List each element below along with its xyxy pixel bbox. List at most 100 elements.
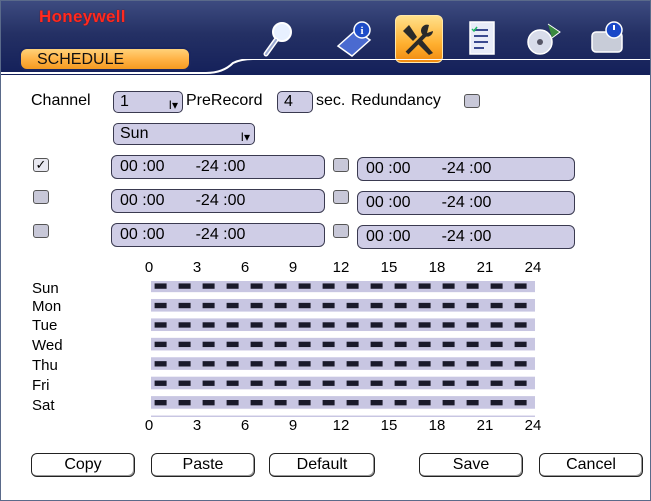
schedule-cell [226,322,239,328]
schedule-cell [154,400,167,406]
schedule-cell [442,380,455,386]
info-icon[interactable]: i [331,15,377,61]
hour-tick-bottom: 21 [476,417,494,434]
schedule-cell [370,361,383,367]
schedule-cell [394,302,407,309]
period-2-time[interactable]: 00 :00 -24 :00 [111,189,325,213]
grid-stripe [151,292,535,299]
schedule-cell [322,322,335,328]
schedule-cell [202,380,215,386]
day-label: Sun [32,280,59,297]
schedule-cell [466,361,479,367]
checklist-icon[interactable] [459,15,505,61]
backup-icon[interactable] [521,15,567,61]
schedule-cell [154,341,167,348]
day-select[interactable]: Sun I▾ [113,123,255,145]
schedule-cell [346,322,359,328]
period-3-checkbox[interactable] [33,224,49,238]
schedule-cell [274,400,287,406]
period-5-checkbox[interactable] [333,190,349,204]
schedule-cell [154,322,167,328]
hour-tick-top: 6 [240,259,250,276]
prerecord-value: 4 [284,93,293,110]
schedule-cell [466,283,479,289]
schedule-cell [490,283,503,289]
schedule-cell [514,361,527,367]
period-1-checkbox[interactable]: ✓ [33,158,49,172]
hour-tick-bottom: 3 [192,417,202,434]
schedule-cell [322,400,335,406]
redundancy-checkbox[interactable] [464,94,480,108]
schedule-cell [154,361,167,367]
period-6-checkbox[interactable] [333,224,349,238]
schedule-cell [226,341,239,348]
search-icon[interactable] [257,15,303,61]
prerecord-input[interactable]: 4 [277,91,313,113]
hour-tick-top: 12 [332,259,350,276]
schedule-cell [514,400,527,406]
schedule-cell [322,283,335,289]
schedule-cell [250,400,263,406]
save-button[interactable]: Save [419,453,523,477]
schedule-cell [346,302,359,309]
copy-button[interactable]: Copy [31,453,135,477]
hour-tick-bottom: 12 [332,417,350,434]
sec-label: sec. [316,92,346,109]
schedule-cell [226,380,239,386]
schedule-cell [370,380,383,386]
shutdown-icon[interactable] [585,15,631,61]
schedule-cell [298,283,311,289]
header-divider [1,59,650,74]
schedule-cell [178,283,191,289]
schedule-cell [202,400,215,406]
schedule-cell [442,341,455,348]
channel-value: 1 [120,93,129,110]
schedule-cell [490,361,503,367]
schedule-cell [154,283,167,289]
schedule-cell [370,283,383,289]
schedule-cell [202,322,215,328]
schedule-cell [298,400,311,406]
schedule-cell [250,322,263,328]
schedule-cell [346,283,359,289]
schedule-cell [178,302,191,309]
schedule-cell [490,400,503,406]
period-3-time[interactable]: 00 :00 -24 :00 [111,223,325,247]
cancel-button[interactable]: Cancel [539,453,643,477]
schedule-cell [274,380,287,386]
hour-tick-bottom: 18 [428,417,446,434]
default-button[interactable]: Default [269,453,375,477]
schedule-cell [466,322,479,328]
period-4-time[interactable]: 00 :00 -24 :00 [357,157,575,181]
period-4-checkbox[interactable] [333,158,349,172]
schedule-cell [442,283,455,289]
paste-button[interactable]: Paste [151,453,255,477]
period-1-time[interactable]: 00 :00 -24 :00 [111,155,325,179]
schedule-cell [298,380,311,386]
day-value: Sun [120,125,149,142]
settings-tools-icon[interactable] [395,15,443,63]
schedule-cell [322,302,335,309]
schedule-timeline-grid[interactable] [151,281,535,417]
hour-tick-bottom: 9 [288,417,298,434]
schedule-cell [250,361,263,367]
schedule-cell [250,302,263,309]
schedule-cell [514,322,527,328]
day-label: Mon [32,298,62,315]
hour-tick-top: 9 [288,259,298,276]
day-label: Tue [32,317,58,334]
period-5-time[interactable]: 00 :00 -24 :00 [357,191,575,215]
schedule-window: Honeywell i SCHEDULE Channel 1 I▾ PreRec… [0,0,651,501]
channel-select[interactable]: 1 I▾ [113,91,183,113]
schedule-cell [274,322,287,328]
schedule-cell [274,341,287,348]
schedule-cell [490,341,503,348]
day-label: Fri [32,377,50,394]
svg-text:i: i [360,25,363,37]
period-2-checkbox[interactable] [33,190,49,204]
day-label: Sat [32,397,55,414]
grid-stripe [151,408,535,416]
period-6-time[interactable]: 00 :00 -24 :00 [357,225,575,249]
schedule-cell [226,400,239,406]
schedule-cell [226,361,239,367]
